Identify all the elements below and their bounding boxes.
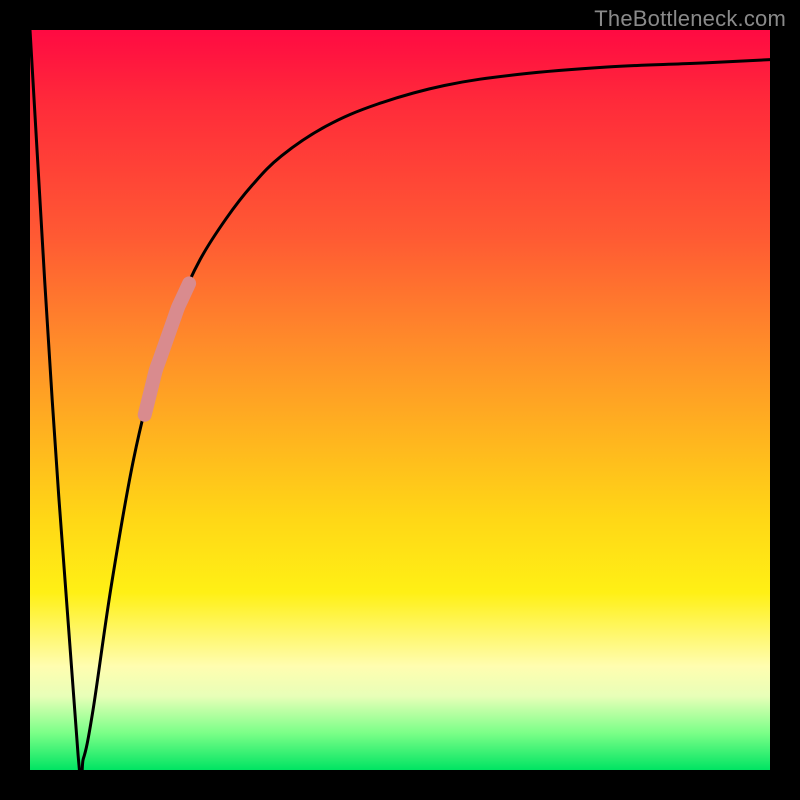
curve-highlight-segment (145, 283, 189, 414)
curve-svg (30, 30, 770, 770)
chart-frame: TheBottleneck.com (0, 0, 800, 800)
plot-area (30, 30, 770, 770)
watermark-text: TheBottleneck.com (594, 6, 786, 32)
